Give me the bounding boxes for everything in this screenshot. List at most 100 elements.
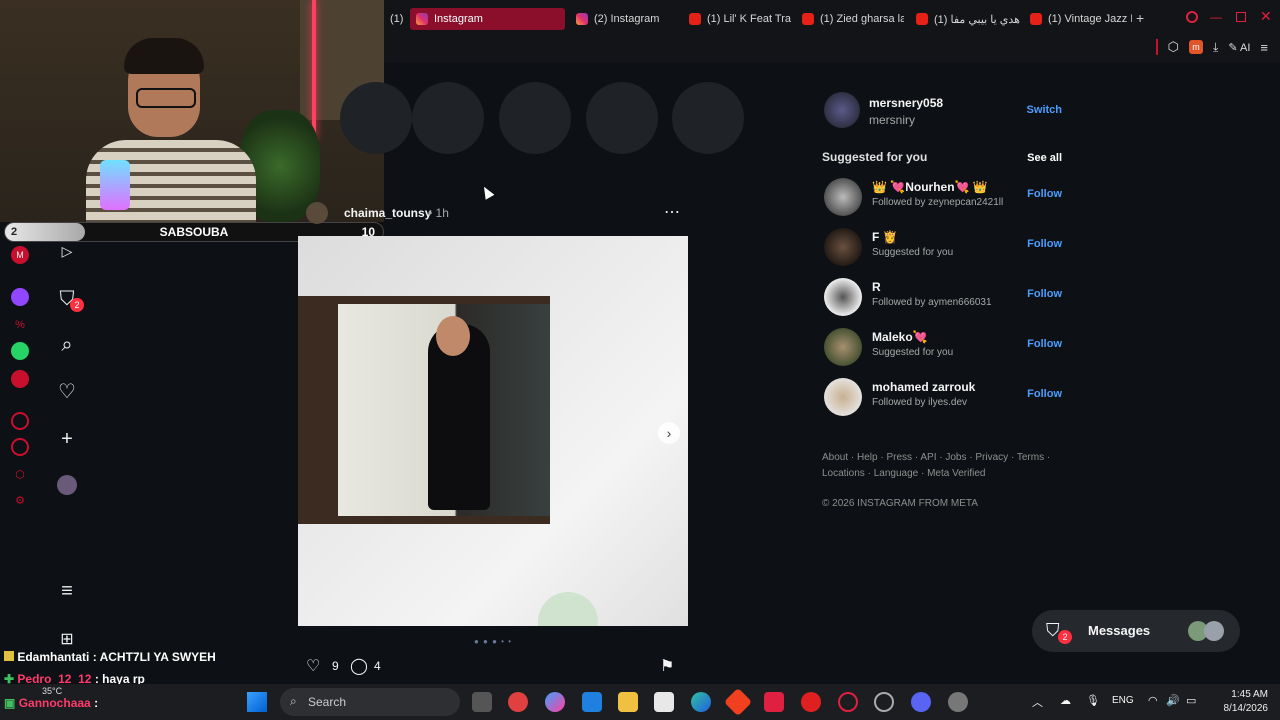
close-button[interactable]: ✕: [1260, 8, 1272, 25]
tab-youtube-arabic[interactable]: (1) هدي يا بيبي مفا: [910, 8, 1020, 30]
windows-start-icon[interactable]: [247, 692, 267, 712]
shield-icon[interactable]: [764, 692, 784, 712]
discord-icon[interactable]: [911, 692, 931, 712]
store-icon[interactable]: [654, 692, 674, 712]
language-indicator[interactable]: ENG: [1112, 695, 1134, 706]
ai-button[interactable]: ✎ AI: [1228, 41, 1250, 54]
app-icon[interactable]: [723, 687, 753, 717]
suggestion-avatar[interactable]: [824, 228, 862, 266]
profile-avatar[interactable]: [52, 470, 82, 500]
follow-button[interactable]: Follow: [1027, 188, 1062, 200]
messages-button[interactable]: ⛉ 2 Messages: [1032, 610, 1240, 652]
suggestion-avatar[interactable]: [824, 278, 862, 316]
tab-instagram-2[interactable]: (2) Instagram: [570, 8, 680, 30]
follow-button[interactable]: Follow: [1027, 288, 1062, 300]
youtube-icon: [1030, 13, 1042, 25]
taskbar-clock[interactable]: 1:45 AM 8/14/2026: [1224, 688, 1269, 716]
badge-icon: [4, 651, 14, 661]
weather-widget[interactable]: 35°C: [42, 686, 62, 696]
suggestion-name[interactable]: mohamed zarrouk: [872, 380, 975, 394]
app-icon[interactable]: [801, 692, 821, 712]
opera-gx-icon[interactable]: [838, 692, 858, 712]
tab-youtube-1[interactable]: (1): [384, 8, 410, 30]
follow-button[interactable]: Follow: [1027, 238, 1062, 250]
cloud-icon[interactable]: ☁: [1060, 694, 1071, 707]
whatsapp-icon[interactable]: [11, 342, 29, 360]
suggestion-row: F 👸 Suggested for you Follow: [822, 226, 1062, 266]
suggestion-avatar[interactable]: [824, 328, 862, 366]
settings-icon[interactable]: [948, 692, 968, 712]
next-slide-button[interactable]: ›: [658, 422, 680, 444]
history-icon[interactable]: [11, 438, 29, 456]
more-menu-icon[interactable]: ≡: [52, 576, 82, 606]
post-author-avatar[interactable]: [306, 202, 328, 224]
settings-icon[interactable]: ⚙: [11, 492, 29, 510]
mirror-frame: [298, 296, 550, 524]
new-tab-button[interactable]: +: [1136, 10, 1144, 26]
glasses: [136, 88, 196, 108]
m-extension-icon[interactable]: m: [1189, 40, 1204, 54]
footer-links[interactable]: About · Help · Press · API · Jobs · Priv…: [822, 450, 1052, 482]
story-bubble[interactable]: [340, 82, 412, 154]
suggestion-name[interactable]: R: [872, 280, 881, 294]
follow-button[interactable]: Follow: [1027, 388, 1062, 400]
copilot-icon[interactable]: [545, 692, 565, 712]
extensions-icon[interactable]: ⬡: [1168, 39, 1179, 55]
microphone-icon[interactable]: 🎙: [1086, 694, 1100, 707]
create-icon[interactable]: +: [52, 424, 82, 454]
comment-icon[interactable]: ◯: [350, 656, 368, 676]
instagram-icon: [576, 13, 588, 25]
story-bubble[interactable]: [499, 82, 571, 154]
save-icon[interactable]: ⚑: [660, 656, 674, 676]
outlook-icon[interactable]: [582, 692, 602, 712]
profile-username[interactable]: mersnery058: [869, 96, 943, 110]
suggestion-name[interactable]: Maleko💘: [872, 330, 928, 344]
cube-icon[interactable]: ⬡: [11, 466, 29, 484]
edge-icon[interactable]: [691, 692, 711, 712]
tab-youtube-jazz[interactable]: (1) Vintage Jazz N: [1024, 8, 1132, 30]
search-icon[interactable]: [1186, 11, 1198, 23]
profile-avatar[interactable]: [824, 92, 860, 128]
browser-sidebar: M % ⬡ ⚙: [0, 240, 40, 660]
tab-instagram-active[interactable]: Instagram: [410, 8, 565, 30]
story-bubble[interactable]: [412, 82, 484, 154]
story-bubble[interactable]: [672, 82, 744, 154]
post-author-name[interactable]: chaima_tounsy: [344, 206, 431, 220]
app-icon[interactable]: [508, 692, 528, 712]
mail-icon[interactable]: M: [11, 246, 29, 264]
task-view-icon[interactable]: [472, 692, 492, 712]
search-icon[interactable]: ⌕: [52, 330, 82, 360]
suggestion-avatar[interactable]: [824, 178, 862, 216]
wifi-icon[interactable]: ◠: [1148, 694, 1158, 707]
tab-youtube-zied[interactable]: (1) Zied gharsa la: [796, 8, 904, 30]
tab-youtube-lilk[interactable]: (1) Lil' K Feat Tra: [683, 8, 793, 30]
like-icon[interactable]: ♡: [306, 656, 320, 676]
player-icon[interactable]: [11, 412, 29, 430]
taskbar-search[interactable]: ⌕ Search: [280, 688, 460, 716]
see-all-link[interactable]: See all: [1027, 152, 1062, 164]
battery-icon[interactable]: ▭: [1186, 694, 1196, 707]
app-icon[interactable]: [874, 692, 894, 712]
heart-icon[interactable]: ♡: [52, 376, 82, 406]
suggestion-name[interactable]: F 👸: [872, 230, 898, 244]
browser-toolbar-right: ⬡ m ⤓ ✎ AI ≡: [1155, 36, 1280, 58]
minimize-button[interactable]: —: [1210, 10, 1222, 24]
suggestion-name[interactable]: 👑 💘Nourhen💘 👑: [872, 180, 988, 194]
percent-icon[interactable]: %: [11, 316, 29, 334]
menu-icon[interactable]: ≡: [1260, 40, 1268, 55]
chevron-up-icon[interactable]: ︿: [1032, 694, 1043, 710]
twitch-icon[interactable]: [11, 288, 29, 306]
suggestion-avatar[interactable]: [824, 378, 862, 416]
more-options-icon[interactable]: ⋯: [664, 202, 680, 222]
volume-icon[interactable]: 🔊: [1166, 694, 1180, 707]
download-icon[interactable]: ⤓: [1213, 40, 1218, 55]
follow-button[interactable]: Follow: [1027, 338, 1062, 350]
webcam-overlay: [0, 0, 384, 222]
maximize-button[interactable]: [1236, 12, 1246, 22]
story-bubble[interactable]: [586, 82, 658, 154]
switch-account-link[interactable]: Switch: [1027, 104, 1062, 116]
extension-icon[interactable]: [11, 370, 29, 388]
file-explorer-icon[interactable]: [618, 692, 638, 712]
post-image[interactable]: ›: [298, 236, 688, 626]
reels-icon[interactable]: ▷: [52, 236, 82, 266]
